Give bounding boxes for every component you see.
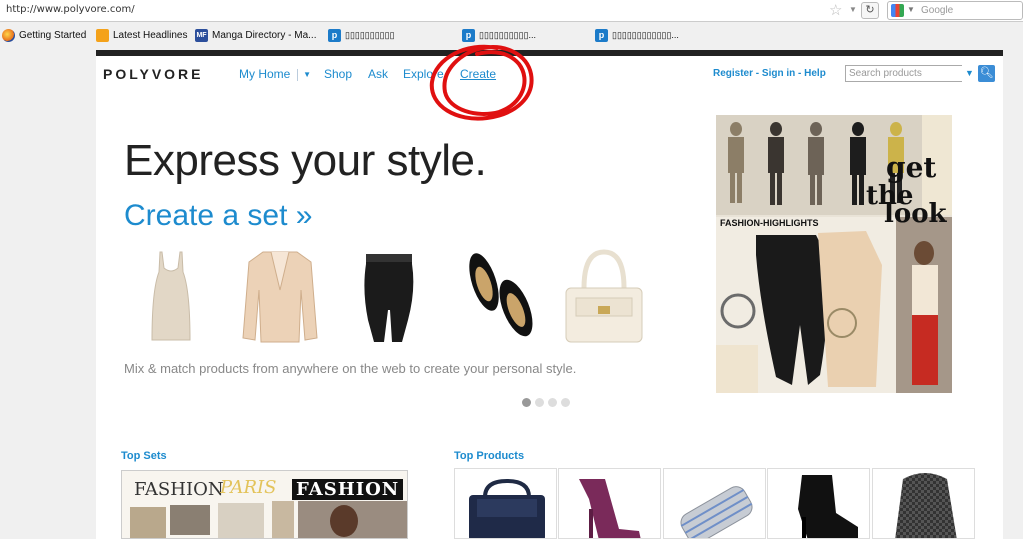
help-link[interactable]: Help [804, 68, 826, 79]
nav-shop[interactable]: Shop [324, 67, 352, 81]
polyvore-icon: p [328, 29, 341, 42]
carousel-dot-1[interactable] [522, 398, 531, 407]
rss-icon [96, 29, 109, 42]
hero-title: Express your style. [124, 136, 487, 185]
top-dark-bar [96, 50, 1003, 56]
tank-top-product[interactable] [148, 250, 194, 342]
bookmark-star-icon[interactable]: ☆ [829, 1, 842, 19]
collage-get-text: get [886, 151, 937, 184]
bookmark-label: Getting Started [19, 30, 87, 41]
ballet-flats-product[interactable] [462, 248, 540, 340]
nav-ask[interactable]: Ask [368, 67, 388, 81]
bookmark-polyvore-3[interactable]: p ▯▯▯▯▯▯▯▯▯▯▯▯... [595, 29, 679, 42]
my-home-dropdown-icon[interactable]: ▼ [297, 69, 311, 81]
bookmark-latest-headlines[interactable]: Latest Headlines [96, 29, 188, 42]
separator: - [753, 68, 762, 79]
blazer-product[interactable] [241, 250, 319, 344]
create-a-set-link[interactable]: Create a set » [124, 199, 312, 233]
nav-my-home[interactable]: My Home [239, 67, 290, 81]
bookmark-label: Manga Directory - Ma... [212, 30, 317, 41]
red-circle-annotation [429, 44, 534, 121]
handbag-product[interactable] [562, 248, 646, 344]
top-product-booties[interactable] [767, 468, 870, 539]
separator: - [795, 68, 805, 79]
bookmark-label: ▯▯▯▯▯▯▯▯▯▯▯▯... [612, 30, 679, 40]
address-bar[interactable]: http://www.polyvore.com/ ☆ ▼ ↻ ▼ Google [0, 0, 1023, 22]
top-product-satchel[interactable] [454, 468, 557, 539]
carousel-dot-2[interactable] [535, 398, 544, 407]
carousel-dot-4[interactable] [561, 398, 570, 407]
search-scope-dropdown-icon[interactable]: ▼ [962, 65, 977, 82]
bookmark-getting-started[interactable]: Getting Started [2, 29, 86, 42]
set-word-fashion-2: FASHION [292, 479, 404, 500]
search-engine-label: Google [921, 5, 954, 16]
harem-pants-product[interactable] [362, 250, 416, 344]
top-sets-label[interactable]: Top Sets [121, 450, 167, 462]
firefox-icon [2, 29, 15, 42]
top-products-label[interactable]: Top Products [454, 450, 524, 462]
set-word-paris: PARIS [220, 477, 277, 498]
collage-caption: FASHION-HIGHLIGHTS [720, 218, 819, 228]
collage-look-text: look [884, 199, 947, 229]
top-product-heels[interactable] [558, 468, 661, 539]
hero-description: Mix & match products from anywhere on th… [124, 361, 577, 376]
url-text[interactable]: http://www.polyvore.com/ [6, 4, 135, 15]
search-icon[interactable]: 🔍︎ [978, 65, 995, 82]
url-dropdown-icon[interactable]: ▼ [849, 5, 857, 14]
top-product-bracelet[interactable] [663, 468, 766, 539]
sign-in-link[interactable]: Sign in [762, 68, 795, 79]
search-engine-dropdown-icon[interactable]: ▼ [907, 5, 915, 14]
polyvore-page: POLYVORE My Home ▼ Shop Ask Explore Crea… [96, 44, 1003, 539]
carousel-pagination [522, 398, 570, 407]
mangafox-icon: MF [195, 29, 208, 42]
search-products-input[interactable]: Search products [845, 65, 964, 82]
reload-button[interactable]: ↻ [861, 2, 879, 19]
browser-search-box[interactable]: ▼ Google [887, 1, 1023, 20]
polyvore-icon: p [595, 29, 608, 42]
account-links: Register - Sign in - Help [713, 68, 826, 79]
bookmark-manga-directory[interactable]: MF Manga Directory - Ma... [195, 29, 316, 42]
register-link[interactable]: Register [713, 68, 753, 79]
fashion-collage-image[interactable]: FASHION-HIGHLIGHTS get the look [716, 115, 952, 393]
top-product-scarf[interactable] [872, 468, 975, 539]
set-collage-images [130, 501, 407, 538]
google-icon[interactable] [891, 4, 904, 17]
bookmark-polyvore-1[interactable]: p ▯▯▯▯▯▯▯▯▯▯ [328, 29, 395, 42]
carousel-dot-3[interactable] [548, 398, 557, 407]
top-set-thumbnail[interactable]: FASHION PARIS FASHION [121, 470, 408, 539]
set-word-fashion: FASHION [134, 479, 224, 500]
bookmark-label: Latest Headlines [113, 30, 188, 41]
bookmark-label: ▯▯▯▯▯▯▯▯▯▯ [345, 30, 395, 40]
polyvore-logo[interactable]: POLYVORE [103, 66, 204, 82]
